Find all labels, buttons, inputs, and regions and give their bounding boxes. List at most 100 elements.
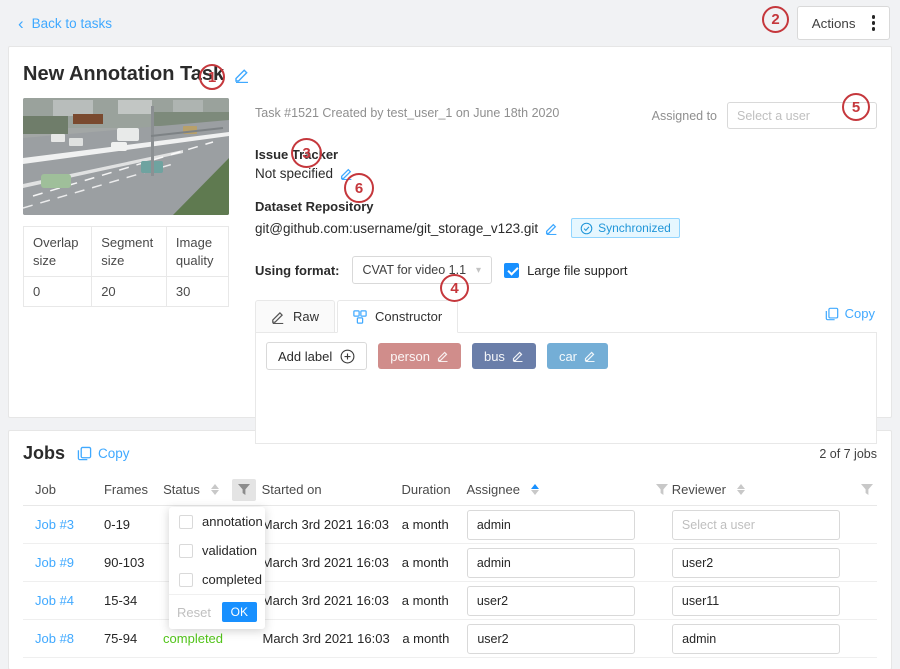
sort-reviewer-icon[interactable] (737, 484, 745, 495)
job-frames: 90-103 (104, 555, 163, 570)
using-format-label: Using format: (255, 263, 340, 278)
reviewer-input[interactable] (672, 548, 840, 578)
reviewer-input[interactable] (672, 510, 840, 540)
filter-option-annotation[interactable]: annotation (169, 507, 265, 536)
job-row: Job #8 75-94 completed March 3rd 2021 16… (23, 620, 877, 658)
issue-tracker-value: Not specified (255, 166, 333, 181)
edit-repository-icon[interactable] (545, 222, 558, 235)
job-duration: a month (402, 555, 467, 570)
dataset-repository-label: Dataset Repository (255, 199, 877, 214)
col-assignee[interactable]: Assignee (467, 482, 650, 497)
checkbox-unchecked-icon (179, 573, 193, 587)
job-link[interactable]: Job #8 (35, 631, 74, 646)
actions-label: Actions (812, 16, 856, 31)
label-chip-car[interactable]: car (547, 343, 608, 369)
filter-option-validation[interactable]: validation (169, 536, 265, 565)
jobs-copy-button[interactable]: Copy (77, 446, 130, 461)
annotation-marker-5: 5 (842, 93, 870, 121)
assignee-input[interactable] (467, 548, 635, 578)
plus-circle-icon (340, 349, 355, 364)
reviewer-input[interactable] (672, 624, 840, 654)
col-reviewer[interactable]: Reviewer (672, 482, 855, 497)
job-status-text: completed (163, 631, 223, 646)
job-started: March 3rd 2021 16:03 (262, 593, 402, 608)
param-value-overlap: 0 (24, 277, 92, 307)
filter-reset-button[interactable]: Reset (177, 605, 211, 620)
job-row: Job #4 15-34 March 3rd 2021 16:03 a mont… (23, 582, 877, 620)
label-constructor-panel: Add label person bus car (255, 332, 877, 444)
labels-copy-button[interactable]: Copy (825, 306, 875, 321)
job-duration: a month (402, 593, 467, 608)
job-status: completed (163, 631, 227, 646)
annotation-marker-2: 2 (762, 6, 789, 33)
copy-icon (77, 446, 92, 461)
sort-status-icon[interactable] (211, 484, 219, 495)
job-started: March 3rd 2021 16:03 (262, 631, 402, 646)
filter-assignee-icon[interactable] (650, 479, 674, 501)
status-filter-dropdown: annotation validation completed Reset OK (169, 507, 265, 629)
back-label: Back to tasks (32, 16, 112, 31)
jobs-card: Jobs Copy 2 of 7 jobs Job Frames Status (8, 430, 892, 669)
label-chip-person[interactable]: person (378, 343, 461, 369)
param-value-quality: 30 (166, 277, 228, 307)
col-duration: Duration (401, 482, 466, 497)
annotation-marker-1: 1 (199, 64, 225, 90)
add-label-text: Add label (278, 349, 332, 364)
filter-option-label: validation (202, 543, 257, 558)
job-frames: 0-19 (104, 517, 163, 532)
annotation-marker-6: 6 (344, 173, 374, 203)
checkbox-unchecked-icon (179, 544, 193, 558)
dataset-repository-block: Dataset Repository git@github.com:userna… (255, 199, 877, 238)
jobs-table-header: Job Frames Status Started on Duration As… (23, 474, 877, 506)
jobs-title: Jobs (23, 443, 65, 464)
tab-constructor-label: Constructor (375, 309, 442, 324)
task-meta: Task #1521 Created by test_user_1 on Jun… (255, 102, 559, 120)
actions-button[interactable]: Actions (797, 6, 890, 40)
param-header-quality: Image quality (166, 227, 228, 277)
tab-raw[interactable]: Raw (255, 300, 335, 333)
task-title: New Annotation Task (23, 63, 224, 86)
back-to-tasks-link[interactable]: ‹ Back to tasks (18, 15, 112, 32)
param-header-segment: Segment size (92, 227, 167, 277)
tab-constructor[interactable]: Constructor (337, 300, 458, 333)
dataset-repository-url: git@github.com:username/git_storage_v123… (255, 221, 538, 236)
label-bus-name: bus (484, 349, 505, 364)
assignee-input[interactable] (467, 510, 635, 540)
filter-option-label: completed (202, 572, 262, 587)
param-value-segment: 20 (92, 277, 167, 307)
job-link[interactable]: Job #9 (35, 555, 74, 570)
filter-status-icon[interactable] (232, 479, 256, 501)
assignee-input[interactable] (467, 624, 635, 654)
job-frames: 75-94 (104, 631, 163, 646)
task-parameters-table: Overlap size Segment size Image quality … (23, 226, 229, 307)
sync-status-badge: Synchronized (571, 218, 680, 238)
add-label-button[interactable]: Add label (266, 342, 367, 370)
param-header-overlap: Overlap size (24, 227, 92, 277)
filter-ok-button[interactable]: OK (222, 602, 257, 622)
format-select[interactable]: CVAT for video 1.1 ▾ (352, 256, 493, 284)
job-link[interactable]: Job #4 (35, 593, 74, 608)
task-preview-image (23, 98, 229, 215)
col-job: Job (23, 482, 104, 497)
task-details-card: New Annotation Task (8, 46, 892, 418)
label-person-name: person (390, 349, 430, 364)
jobs-copy-label: Copy (98, 446, 130, 461)
tab-raw-label: Raw (293, 309, 319, 324)
large-file-support-checkbox[interactable]: Large file support (504, 263, 627, 278)
jobs-count: 2 of 7 jobs (819, 447, 877, 461)
job-started: March 3rd 2021 16:03 (262, 517, 402, 532)
job-link[interactable]: Job #3 (35, 517, 74, 532)
filter-option-completed[interactable]: completed (169, 565, 265, 594)
col-frames: Frames (104, 482, 163, 497)
assigned-to-label: Assigned to (652, 109, 717, 123)
col-status[interactable]: Status (163, 482, 226, 497)
job-frames: 15-34 (104, 593, 163, 608)
label-chip-bus[interactable]: bus (472, 343, 536, 369)
edit-title-icon[interactable] (234, 67, 250, 83)
assignee-input[interactable] (467, 586, 635, 616)
copy-icon (825, 307, 839, 321)
sort-assignee-icon[interactable] (531, 484, 539, 495)
job-row: Job #9 90-103 March 3rd 2021 16:03 a mon… (23, 544, 877, 582)
filter-reviewer-icon[interactable] (855, 479, 879, 501)
reviewer-input[interactable] (672, 586, 840, 616)
